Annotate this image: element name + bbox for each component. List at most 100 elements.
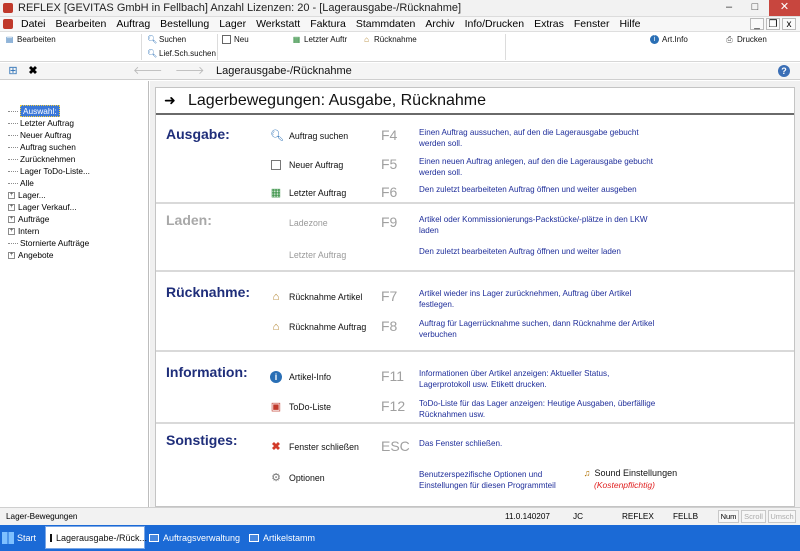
sound-settings-link[interactable]: ♫ Sound Einstellungen (582, 468, 677, 478)
row-optionen[interactable]: ⚙ Optionen Benutzerspezifische Optionen … (156, 468, 794, 493)
letzter-auftr-label: Letzter Auftr (304, 35, 348, 44)
row-letzter-auftrag[interactable]: ▦ Letzter Auftrag F6 Den zuletzt bearbei… (156, 184, 794, 208)
expand-plus-icon[interactable]: + (8, 251, 15, 259)
toolbar-divider (141, 34, 142, 60)
gear-icon: ⚙ (271, 472, 281, 484)
row-artikel-info[interactable]: i Artikel-Info F11 Informationen über Ar… (156, 368, 794, 392)
row-label: Letzter Auftrag (289, 250, 347, 260)
start-label: Start (17, 533, 37, 543)
tree-item-lager[interactable]: + Lager... (8, 189, 90, 201)
row-ruecknahme-auftrag[interactable]: ⌂ Rücknahme Auftrag F8 Auftrag für Lager… (156, 318, 794, 342)
calendar-icon: ▣ (270, 401, 282, 413)
tree-item-letzter-auftrag[interactable]: Letzter Auftrag (8, 117, 90, 129)
menu-hilfe[interactable]: Hilfe (618, 18, 641, 30)
shift-indicator: Umsch (768, 510, 796, 523)
taskbar-item-auftragsverwaltung[interactable]: Auftragsverwaltung (145, 526, 245, 549)
expand-plus-icon[interactable]: + (8, 227, 15, 235)
mdi-restore-button[interactable]: ❐ (766, 18, 780, 30)
lief-sch-suchen-button[interactable]: 🔍︎ Lief.Sch.suchen (147, 49, 216, 58)
shortcut-key: F7 (381, 288, 398, 304)
info-icon: i (650, 35, 659, 44)
row-description: Artikel wieder ins Lager zurücknehmen, A… (419, 289, 632, 309)
tree-item-zuruecknehmen[interactable]: Zurücknehmen (8, 153, 90, 165)
neu-button[interactable]: Neu (222, 35, 249, 44)
minimize-button[interactable]: – (716, 0, 742, 16)
tree-item-stornierte-auftraege[interactable]: Stornierte Aufträge (8, 237, 90, 249)
row-ladezone: Ladezone F9 Artikel oder Kommissionierun… (156, 214, 794, 238)
menu-faktura[interactable]: Faktura (309, 18, 347, 30)
status-version: 11.0.140207 (505, 512, 550, 521)
tree-item-neuer-auftrag[interactable]: Neuer Auftrag (8, 129, 90, 141)
tree-item-auswahl[interactable]: Auswahl: (8, 105, 90, 117)
expand-plus-icon[interactable]: + (8, 203, 15, 211)
menu-bar: Datei Bearbeiten Auftrag Bestellung Lage… (0, 17, 800, 32)
tree-item-label: Stornierte Aufträge (20, 238, 90, 248)
close-x-icon[interactable]: ✖ (27, 65, 39, 77)
mdi-minimize-button[interactable]: _ (750, 18, 764, 30)
menu-bearbeiten[interactable]: Bearbeiten (55, 18, 108, 30)
bearbeiten-button[interactable]: ▤ Bearbeiten (5, 35, 56, 44)
menu-datei[interactable]: Datei (20, 18, 47, 30)
taskbar-item-artikelstamm[interactable]: Artikelstamm (245, 526, 345, 549)
expand-plus-icon[interactable]: + (8, 191, 15, 199)
row-description: Informationen über Artikel anzeigen: Akt… (419, 369, 610, 389)
bearbeiten-label: Bearbeiten (17, 35, 56, 44)
menu-fenster[interactable]: Fenster (573, 18, 611, 30)
windows-logo-icon (2, 532, 14, 544)
magnifier-icon: 🔍︎ (147, 35, 158, 44)
menu-stammdaten[interactable]: Stammdaten (355, 18, 417, 30)
row-label: Artikel-Info (289, 372, 332, 382)
menu-werkstatt[interactable]: Werkstatt (255, 18, 301, 30)
ruecknahme-button[interactable]: ⌂ Rücknahme (362, 35, 417, 44)
menu-extras[interactable]: Extras (533, 18, 565, 30)
menu-bestellung[interactable]: Bestellung (159, 18, 210, 30)
tree-item-alle[interactable]: Alle (8, 177, 90, 189)
row-todo-liste[interactable]: ▣ ToDo-Liste F12 ToDo-Liste für das Lage… (156, 398, 794, 422)
art-info-label: Art.Info (662, 35, 688, 44)
suchen-button[interactable]: 🔍︎ Suchen (147, 35, 186, 44)
help-icon[interactable]: ? (778, 65, 790, 77)
shortcut-key: F4 (381, 127, 398, 143)
tree-toggle-icon[interactable]: ⊞ (7, 65, 19, 77)
row-description: Einen Auftrag aussuchen, auf den die Lag… (419, 128, 639, 148)
row-label: Rücknahme Artikel (289, 292, 363, 302)
menu-archiv[interactable]: Archiv (424, 18, 455, 30)
row-description: Das Fenster schließen. (419, 439, 503, 448)
tree-item-intern[interactable]: + Intern (8, 225, 90, 237)
menu-lager[interactable]: Lager (218, 18, 247, 30)
start-button[interactable]: Start (2, 528, 36, 548)
document-icon[interactable] (3, 19, 13, 29)
section-ruecknahme: Rücknahme: ⌂ Rücknahme Artikel F7 Artike… (156, 274, 794, 352)
row-neuer-auftrag[interactable]: Neuer Auftrag F5 Einen neuen Auftrag anl… (156, 156, 794, 180)
tree-item-label: Neuer Auftrag (20, 130, 72, 140)
magnifier-icon: 🔍︎ (147, 49, 158, 58)
tree-item-auftrag-suchen[interactable]: Auftrag suchen (8, 141, 90, 153)
taskbar-item-label: Artikelstamm (263, 532, 316, 543)
row-fenster-schliessen[interactable]: ✖ Fenster schließen ESC Das Fenster schl… (156, 438, 794, 462)
close-window-button[interactable]: ✕ (769, 0, 800, 16)
letzter-auftr-button[interactable]: ▦ Letzter Auftr (292, 35, 347, 44)
num-lock-indicator: Num (718, 510, 739, 523)
art-info-button[interactable]: i Art.Info (650, 35, 688, 44)
row-auftrag-suchen[interactable]: 🔍︎ Auftrag suchen F4 Einen Auftrag aussu… (156, 127, 794, 151)
tree-item-label: Zurücknehmen (20, 154, 76, 164)
drucken-button[interactable]: ⎙ Drucken (725, 35, 767, 44)
last-order-icon: ▦ (270, 187, 282, 199)
new-document-icon (271, 160, 281, 170)
back-arrow-icon[interactable]: 🡐 (133, 65, 163, 77)
row-description: Einen neuen Auftrag anlegen, auf den die… (419, 157, 654, 177)
tree-item-lager-todo-liste[interactable]: Lager ToDo-Liste... (8, 165, 90, 177)
row-ruecknahme-artikel[interactable]: ⌂ Rücknahme Artikel F7 Artikel wieder in… (156, 288, 794, 312)
taskbar-item-lagerausgabe[interactable]: Lagerausgabe-/Rück... (45, 526, 147, 549)
tree-item-lager-verkauf[interactable]: + Lager Verkauf... (8, 201, 90, 213)
maximize-button[interactable]: □ (742, 0, 768, 16)
tree-item-auftraege[interactable]: + Aufträge (8, 213, 90, 225)
forward-arrow-icon[interactable]: 🡒 (175, 65, 205, 77)
row-description: Den zuletzt bearbeiteten Auftrag öffnen … (419, 247, 621, 256)
toolbar: ▤ Bearbeiten 🔍︎ Suchen 🔍︎ Lief.Sch.suche… (0, 32, 800, 62)
mdi-close-button[interactable]: x (782, 18, 796, 30)
expand-plus-icon[interactable]: + (8, 215, 15, 223)
menu-auftrag[interactable]: Auftrag (115, 18, 151, 30)
menu-info-drucken[interactable]: Info/Drucken (464, 18, 526, 30)
tree-item-angebote[interactable]: + Angebote (8, 249, 90, 261)
